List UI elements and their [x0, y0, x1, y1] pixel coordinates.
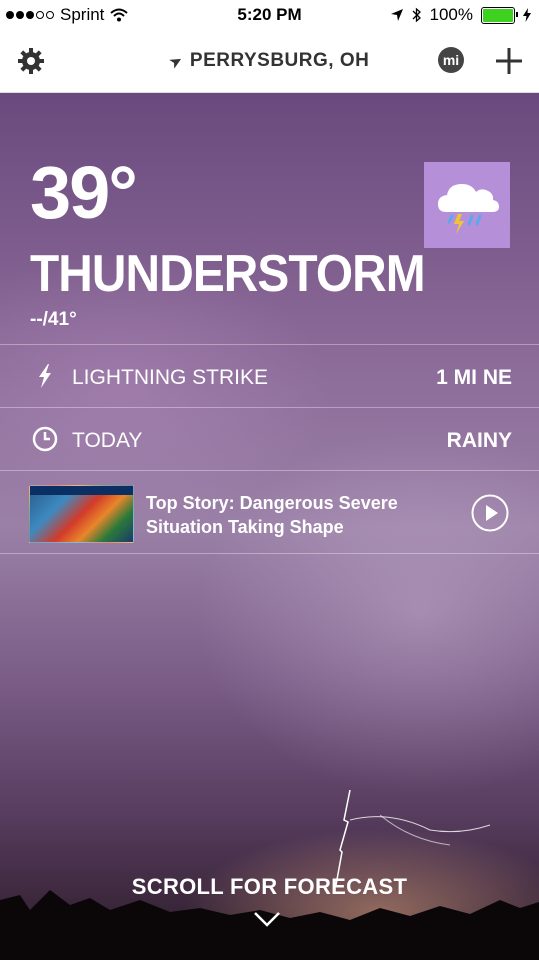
clock-icon — [32, 426, 58, 452]
thunderstorm-cloud-icon — [424, 162, 510, 248]
play-video-icon[interactable] — [471, 494, 509, 532]
lightning-icon — [39, 364, 51, 388]
story-thumbnail — [29, 485, 134, 543]
lightning-label: LIGHTNING STRIKE — [72, 366, 269, 389]
scroll-for-forecast-label[interactable]: SCROLL FOR FORECAST — [0, 874, 539, 900]
add-location-icon[interactable] — [492, 44, 526, 78]
app-screen: Sprint 5:20 PM 100% ➤ PERRYSBURG, OH mi … — [0, 0, 539, 960]
today-label: TODAY — [72, 429, 143, 452]
today-row[interactable]: TODAY RAINY — [0, 407, 539, 470]
bluetooth-icon — [412, 7, 421, 23]
top-story-row[interactable]: Top Story: Dangerous Severe Situation Ta… — [0, 470, 539, 554]
chevron-down-icon[interactable] — [253, 910, 281, 928]
location-arrow-icon — [390, 9, 403, 21]
hi-lo-temperature: --/41° — [30, 309, 77, 330]
status-bar: Sprint 5:20 PM 100% — [0, 0, 539, 30]
battery-percent: 100% — [429, 5, 473, 24]
lightning-distance: 1 MI NE — [436, 366, 512, 389]
story-title-line2: Situation Taking Shape — [146, 517, 344, 537]
top-nav-bar: ➤ PERRYSBURG, OH mi — [0, 30, 539, 93]
story-title: Top Story: Dangerous Severe Situation Ta… — [146, 491, 436, 539]
lightning-strike-row[interactable]: LIGHTNING STRIKE 1 MI NE — [0, 344, 539, 407]
current-temperature: 39° — [30, 151, 138, 234]
charging-icon — [523, 8, 531, 22]
battery-icon — [481, 6, 518, 24]
story-title-line1: Top Story: Dangerous Severe — [146, 493, 398, 513]
current-condition: THUNDERSTORM — [30, 245, 426, 303]
location-arrow-icon: ➤ — [166, 51, 185, 72]
status-right: 100% — [390, 5, 531, 25]
cloud-rain-bolt-icon — [438, 184, 499, 234]
today-summary: RAINY — [446, 429, 512, 452]
location-label: PERRYSBURG, OH — [189, 50, 370, 71]
mi-badge-icon[interactable]: mi — [438, 47, 464, 73]
